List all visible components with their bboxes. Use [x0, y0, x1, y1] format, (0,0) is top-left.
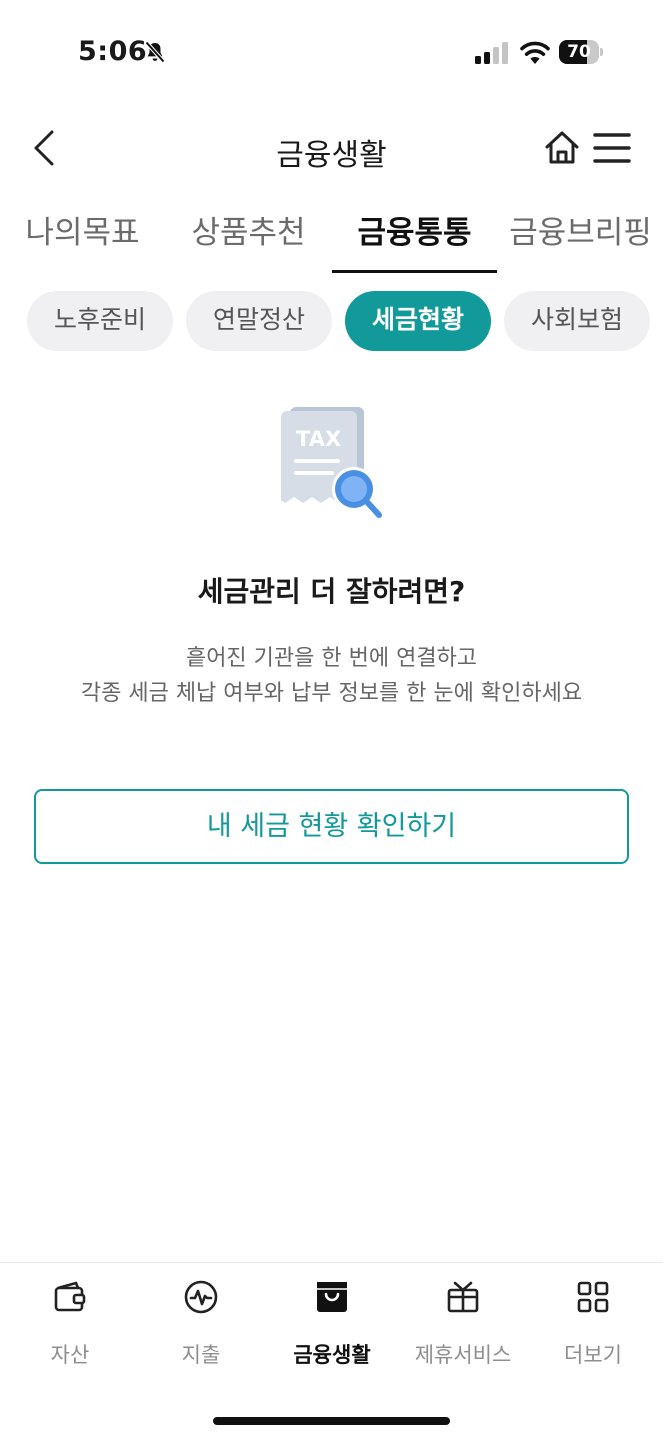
- nav-finance-life[interactable]: 금융생활: [266, 1279, 398, 1369]
- nav-spending-label: 지출: [181, 1343, 221, 1367]
- nav-spending[interactable]: 지출: [135, 1279, 267, 1369]
- battery-tip: [600, 48, 603, 56]
- bottom-navigation: 자산 지출 금융생활 제휴서비스 더보기: [0, 1262, 663, 1440]
- category-chips: 노후준비 연말정산 세금현황 사회보험: [0, 291, 663, 351]
- nav-more-label: 더보기: [564, 1343, 622, 1367]
- tax-receipt-magnifier-icon: TAX: [281, 407, 382, 518]
- hamburger-menu-icon: [593, 133, 631, 163]
- nav-more[interactable]: 더보기: [527, 1279, 659, 1369]
- shopping-bag-icon: [317, 1282, 347, 1312]
- nav-partner-services[interactable]: 제휴서비스: [397, 1279, 529, 1369]
- battery-icon: 70: [559, 40, 603, 64]
- tax-description-line1: 흩어진 기관을 한 번에 연결하고: [185, 646, 478, 671]
- tab-product-recommendation[interactable]: 상품추천: [166, 205, 331, 273]
- status-time: 5:06: [78, 36, 148, 67]
- signal-icon: [475, 42, 508, 64]
- illustration-tax-label: TAX: [296, 427, 341, 451]
- chip-year-end-settlement[interactable]: 연말정산: [186, 291, 332, 351]
- app-header: 금융생활: [0, 112, 663, 184]
- tab-finance-briefing[interactable]: 금융브리핑: [498, 205, 663, 273]
- battery-percentage: 70: [567, 42, 591, 62]
- nav-finance-life-label: 금융생활: [293, 1343, 371, 1367]
- menu-button[interactable]: [592, 128, 632, 168]
- gift-icon: [447, 1281, 479, 1313]
- tax-description-line2: 각종 세금 체납 여부와 납부 정보를 한 눈에 확인하세요: [80, 681, 583, 706]
- pulse-icon: [184, 1280, 218, 1314]
- home-icon: [545, 131, 579, 164]
- wifi-icon: [520, 41, 550, 64]
- nav-assets-label: 자산: [50, 1343, 90, 1367]
- battery-body: 70: [559, 40, 599, 64]
- home-button[interactable]: [542, 128, 582, 168]
- chip-retirement[interactable]: 노후준비: [27, 291, 173, 351]
- nav-assets[interactable]: 자산: [4, 1279, 136, 1369]
- wallet-icon: [54, 1281, 86, 1312]
- bell-muted-icon: [145, 41, 165, 63]
- tax-heading: 세금관리 더 잘하려면?: [197, 575, 466, 608]
- check-my-tax-button[interactable]: 내 세금 현황 확인하기: [34, 789, 629, 864]
- nav-partner-services-label: 제휴서비스: [414, 1343, 512, 1367]
- grid-icon: [577, 1281, 609, 1313]
- status-bar: 5:06 70: [0, 0, 663, 100]
- chip-social-insurance[interactable]: 사회보험: [504, 291, 650, 351]
- tab-finance-talk[interactable]: 금융통통: [332, 205, 497, 273]
- tab-my-goals[interactable]: 나의목표: [0, 205, 165, 273]
- home-indicator: [213, 1417, 450, 1425]
- main-tabs: 나의목표 상품추천 금융통통 금융브리핑: [0, 205, 663, 273]
- chip-tax-status[interactable]: 세금현황: [345, 291, 491, 351]
- active-tab-indicator: [332, 270, 497, 273]
